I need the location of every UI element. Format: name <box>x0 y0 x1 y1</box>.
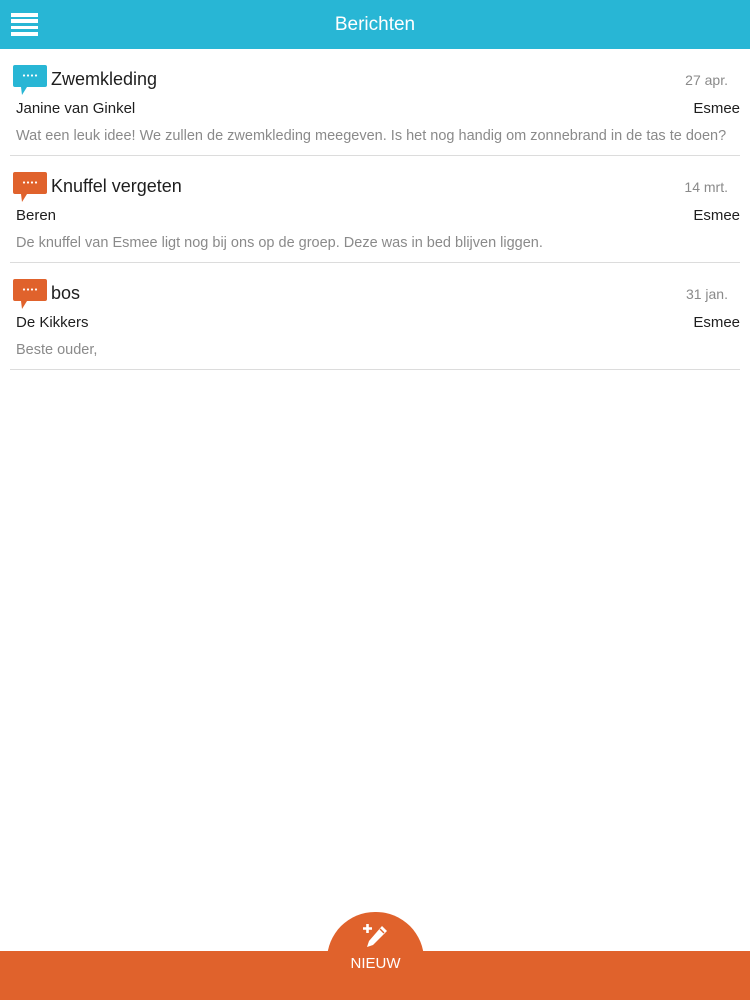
message-item-zwemkleding[interactable]: Zwemkleding 27 apr. Janine van Ginkel Es… <box>10 49 740 156</box>
message-list: Zwemkleding 27 apr. Janine van Ginkel Es… <box>0 49 750 370</box>
message-subject: Knuffel vergeten <box>51 176 182 196</box>
message-item-knuffel-vergeten[interactable]: Knuffel vergeten 14 mrt. Beren Esmee De … <box>10 156 740 263</box>
message-preview: Beste ouder, <box>16 342 98 358</box>
app-header: Berichten <box>0 0 750 49</box>
speech-bubble-shape <box>13 279 47 309</box>
message-recipient: Esmee <box>693 314 740 331</box>
speech-bubble-icon <box>13 65 47 95</box>
message-date: 31 jan. <box>685 286 728 302</box>
speech-bubble-shape <box>13 65 47 95</box>
message-date: 14 mrt. <box>684 179 728 195</box>
message-sender: Janine van Ginkel <box>16 100 136 117</box>
message-sender: Beren <box>16 207 57 224</box>
message-preview: Wat een leuk idee! We zullen de zwemkled… <box>16 128 727 144</box>
message-item-bos[interactable]: bos 31 jan. De Kikkers Esmee Beste ouder… <box>10 263 740 370</box>
speech-bubble-icon <box>13 279 47 309</box>
message-sender: De Kikkers <box>16 314 89 331</box>
message-preview: De knuffel van Esmee ligt nog bij ons op… <box>16 235 543 251</box>
new-message-label: NIEUW <box>350 955 401 972</box>
page-title: Berichten <box>334 14 416 35</box>
message-subject: Zwemkleding <box>51 69 158 89</box>
speech-bubble-icon <box>13 172 47 202</box>
speech-bubble-shape <box>13 172 47 202</box>
new-message-button[interactable]: NIEUW <box>327 912 424 1000</box>
compose-plus-pencil-icon <box>363 924 387 947</box>
message-subject: bos <box>51 283 81 303</box>
message-recipient: Esmee <box>693 100 740 117</box>
message-date: 27 apr. <box>685 72 728 88</box>
message-recipient: Esmee <box>693 207 740 224</box>
